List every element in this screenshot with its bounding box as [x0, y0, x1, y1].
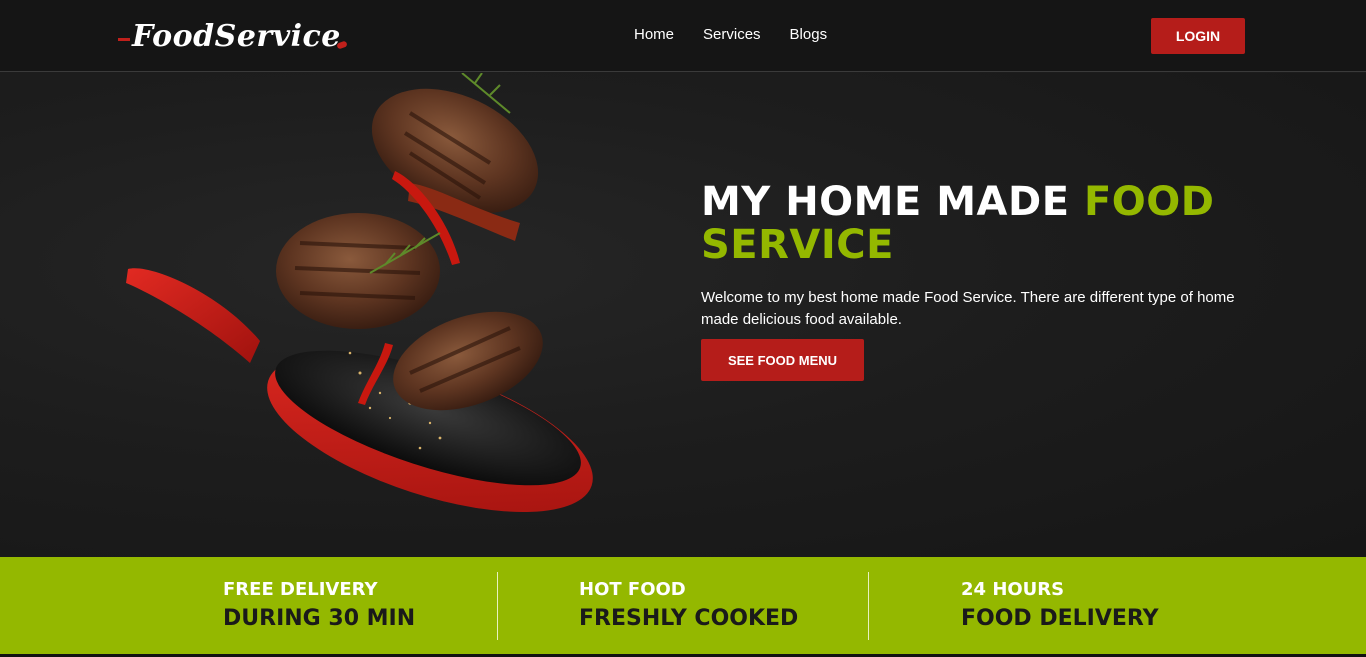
feature-24-hours: 24 HOURS FOOD DELIVERY: [961, 579, 1159, 631]
flying-steaks-pan-image: [126, 73, 593, 512]
feature-subtitle: FRESHLY COOKED: [579, 606, 799, 631]
hero-heading-white: MY HOME MADE: [701, 179, 1084, 225]
brand-logo[interactable]: FoodService: [118, 16, 348, 56]
hero-description: Welcome to my best home made Food Servic…: [701, 289, 1235, 328]
pan-handle: [126, 268, 260, 363]
nav-links: Home Services Blogs: [634, 26, 856, 43]
feature-subtitle: DURING 30 MIN: [223, 606, 416, 631]
top-navigation: FoodService Home Services Blogs LOGIN: [0, 0, 1366, 72]
hero-text-block: MY HOME MADE FOOD SERVICE Welcome to my …: [701, 181, 1261, 381]
nav-link-blogs[interactable]: Blogs: [790, 26, 828, 43]
hero-heading-accent-service: SERVICE: [701, 222, 894, 268]
feature-title: HOT FOOD: [579, 579, 686, 600]
feature-subtitle: FOOD DELIVERY: [961, 606, 1159, 631]
feature-divider: [868, 572, 869, 640]
feature-title: 24 HOURS: [961, 579, 1065, 600]
see-food-menu-button[interactable]: SEE FOOD MENU: [701, 339, 864, 381]
logo-text: FoodService: [132, 18, 341, 54]
feature-divider: [497, 572, 498, 640]
feature-free-delivery: FREE DELIVERY DURING 30 MIN: [223, 579, 415, 631]
feature-title: FREE DELIVERY: [223, 579, 378, 600]
login-button[interactable]: LOGIN: [1151, 18, 1245, 54]
feature-hot-food: HOT FOOD FRESHLY COOKED: [579, 579, 798, 631]
nav-link-home[interactable]: Home: [634, 26, 674, 43]
features-bar: FREE DELIVERY DURING 30 MIN HOT FOOD FRE…: [0, 557, 1366, 654]
hero-heading: MY HOME MADE FOOD SERVICE: [701, 181, 1261, 267]
nav-link-services[interactable]: Services: [703, 26, 761, 43]
hero-section: MY HOME MADE FOOD SERVICE Welcome to my …: [0, 73, 1366, 557]
hero-heading-accent-food: FOOD: [1083, 179, 1215, 225]
logo-dash-mark: [118, 37, 130, 41]
